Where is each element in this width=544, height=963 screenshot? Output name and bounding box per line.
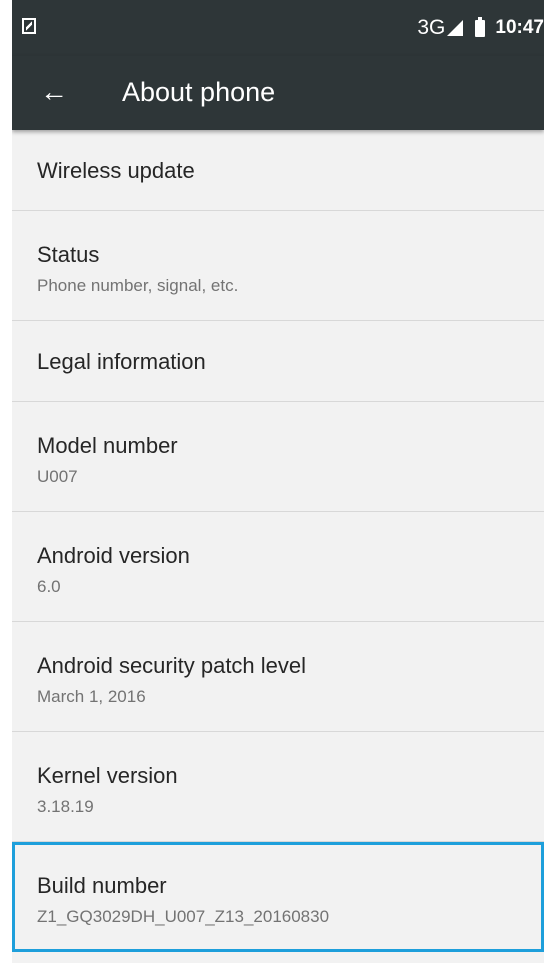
item-label: Build number: [37, 873, 167, 898]
item-label: Legal information: [37, 349, 206, 374]
item-label: Model number: [37, 433, 178, 458]
item-label: Wireless update: [37, 158, 195, 183]
back-arrow-icon[interactable]: ←: [38, 76, 70, 108]
status-item[interactable]: Status Phone number, signal, etc.: [12, 211, 544, 321]
item-value: U007: [37, 467, 78, 486]
status-bar: 3G 10:47: [12, 0, 544, 56]
status-clock: 10:47: [495, 17, 544, 38]
battery-icon: [475, 16, 486, 37]
about-phone-screen: 3G 10:47 ← About phone Wireless update S…: [12, 0, 544, 963]
settings-list: Wireless update Status Phone number, sig…: [12, 130, 544, 952]
item-summary: Phone number, signal, etc.: [37, 276, 239, 295]
legal-information-item[interactable]: Legal information: [12, 321, 544, 402]
item-value: 3.18.19: [37, 797, 94, 816]
page-title: About phone: [122, 77, 276, 107]
kernel-version-item[interactable]: Kernel version 3.18.19: [12, 732, 544, 842]
item-value: Z1_GQ3029DH_U007_Z13_20160830: [37, 907, 330, 926]
app-bar: ← About phone: [12, 56, 544, 130]
notification-icon: [22, 18, 36, 34]
item-value: 6.0: [37, 577, 61, 596]
wireless-update-item[interactable]: Wireless update: [12, 130, 544, 211]
build-number-item[interactable]: Build number Z1_GQ3029DH_U007_Z13_201608…: [12, 842, 544, 952]
item-label: Kernel version: [37, 763, 178, 788]
status-indicators: 3G 10:47: [417, 14, 544, 42]
signal-strength-icon: [447, 20, 464, 36]
network-type-label: 3G: [417, 16, 446, 39]
android-version-item[interactable]: Android version 6.0: [12, 512, 544, 622]
item-label: Android security patch level: [37, 653, 307, 678]
item-value: March 1, 2016: [37, 687, 146, 706]
item-label: Status: [37, 242, 100, 267]
item-label: Android version: [37, 543, 190, 568]
model-number-item[interactable]: Model number U007: [12, 402, 544, 512]
security-patch-level-item[interactable]: Android security patch level March 1, 20…: [12, 622, 544, 732]
